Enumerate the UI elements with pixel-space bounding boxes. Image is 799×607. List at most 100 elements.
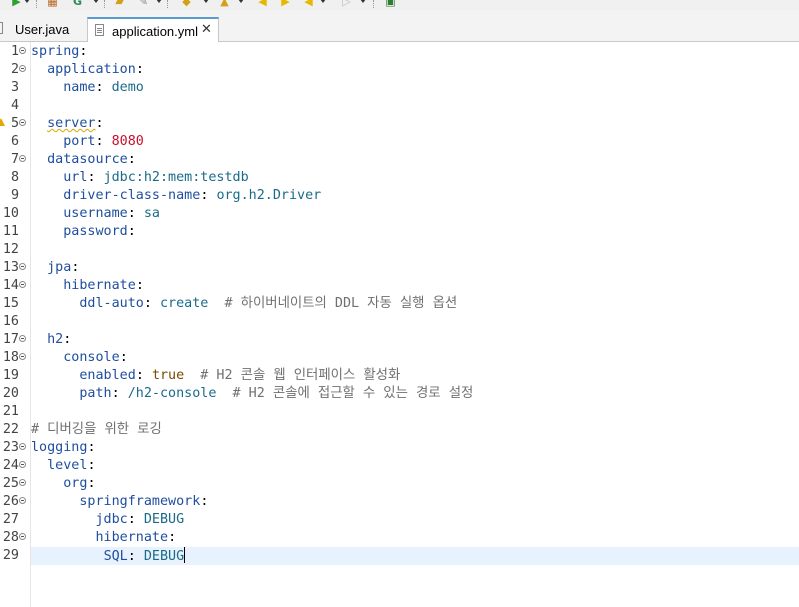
yaml-key: spring [31, 44, 80, 59]
fold-toggle-icon[interactable] [19, 281, 26, 288]
code-line[interactable]: 3 name: demo [0, 79, 799, 97]
line-number: 21 [2, 404, 19, 419]
fold-toggle-icon[interactable] [19, 443, 26, 450]
line-number: 18 [2, 350, 19, 365]
yaml-separator: : [127, 512, 144, 527]
code-line[interactable]: 25 org: [0, 475, 799, 493]
code-line[interactable]: 4 [0, 97, 799, 115]
yaml-value: /h2-console [127, 386, 217, 401]
gradle-icon[interactable]: G [71, 0, 84, 8]
code-line[interactable]: 9 driver-class-name: org.h2.Driver [0, 187, 799, 205]
fold-toggle-icon[interactable] [19, 497, 26, 504]
run-dropdown-icon[interactable] [24, 0, 30, 3]
pin-icon[interactable]: ✎ [137, 0, 150, 8]
code-line[interactable]: 2 application: [0, 61, 799, 79]
fold-toggle-icon[interactable] [19, 47, 26, 54]
line-number: 2 [10, 62, 19, 77]
line-number: 12 [2, 242, 19, 257]
yaml-separator: : [200, 188, 217, 203]
package-icon[interactable]: ▦ [46, 0, 59, 8]
yaml-value: org.h2.Driver [216, 188, 322, 203]
code-line[interactable]: 13 jpa: [0, 259, 799, 277]
code-line[interactable]: 14 hibernate: [0, 277, 799, 295]
yaml-separator: : [135, 368, 152, 383]
code-line[interactable]: 5 server: [0, 115, 799, 133]
annotation-icon[interactable]: ◆ [180, 0, 193, 8]
pin-dropdown-icon[interactable] [156, 0, 162, 3]
run-icon[interactable]: ▶ [10, 0, 23, 8]
yaml-key: name [63, 80, 96, 95]
code-line[interactable]: 17 h2: [0, 331, 799, 349]
code-line[interactable]: 15 ddl-auto: create # 하이버네이트의 DDL 자동 실행 … [0, 295, 799, 313]
forward-icon[interactable]: ▶ [279, 0, 292, 8]
forward-nav-icon[interactable]: ▷ [340, 0, 353, 8]
fold-toggle-icon[interactable] [19, 65, 26, 72]
line-number: 4 [10, 98, 19, 113]
code-text: jpa: [31, 259, 79, 277]
yaml-key: h2 [47, 332, 64, 347]
close-icon[interactable]: ✕ [201, 22, 212, 37]
back-nav-icon[interactable]: ◀ [302, 0, 315, 8]
fold-toggle-icon[interactable] [19, 479, 26, 486]
yaml-separator: : [135, 62, 144, 77]
line-number: 25 [2, 476, 19, 491]
up-dropdown-icon[interactable] [238, 0, 244, 3]
code-line[interactable]: 27 jdbc: DEBUG [0, 511, 799, 529]
fold-toggle-icon[interactable] [19, 353, 26, 360]
code-text: springframework: [31, 493, 208, 511]
code-line[interactable]: 6 port: 8080 [0, 133, 799, 151]
fold-toggle-icon[interactable] [19, 263, 26, 270]
code-line[interactable]: 22 # 디버깅을 위한 로깅 [0, 421, 799, 439]
fold-toggle-icon[interactable] [19, 461, 26, 468]
up-arrow-icon[interactable]: ▲ [218, 0, 231, 8]
code-line[interactable]: 24 level: [0, 457, 799, 475]
back-icon[interactable]: ◀ [256, 0, 269, 8]
fold-toggle-icon[interactable] [19, 335, 26, 342]
code-line[interactable]: 19 enabled: true # H2 콘솔 웹 인터페이스 활성화 [0, 367, 799, 385]
line-number: 3 [10, 80, 19, 95]
fold-toggle-icon[interactable] [19, 119, 26, 126]
code-line[interactable]: 29 SQL: DEBUG [0, 547, 799, 565]
code-line[interactable]: 12 [0, 241, 799, 259]
line-number: 13 [2, 260, 19, 275]
line-number: 22 [2, 422, 19, 437]
code-line[interactable]: 28 hibernate: [0, 529, 799, 547]
warning-icon[interactable] [0, 118, 5, 126]
annotation-dropdown-icon[interactable] [203, 0, 209, 3]
gradle-dropdown-icon[interactable] [93, 0, 99, 3]
code-line[interactable]: 8 url: jdbc:h2:mem:testdb [0, 169, 799, 187]
code-line[interactable]: 16 [0, 313, 799, 331]
yaml-key: application [47, 62, 136, 77]
code-line[interactable]: 21 [0, 403, 799, 421]
code-line[interactable]: 10 username: sa [0, 205, 799, 223]
tab-application-yml[interactable]: application.yml ✕ [87, 17, 219, 43]
code-line[interactable]: 11 password: [0, 223, 799, 241]
yaml-key: hibernate [95, 530, 169, 545]
code-text: hibernate: [31, 277, 144, 295]
yaml-value: true [151, 368, 185, 383]
line-number: 20 [2, 386, 19, 401]
code-line[interactable]: 7 datasource: [0, 151, 799, 169]
tab-label: User.java [15, 22, 70, 37]
yaml-key: org [63, 476, 88, 491]
code-line[interactable]: 26 springframework: [0, 493, 799, 511]
yaml-separator: : [119, 350, 128, 365]
code-line[interactable]: 20 path: /h2-console # H2 콘솔에 접근할 수 있는 경… [0, 385, 799, 403]
tab-user-java[interactable]: User.java [0, 17, 85, 42]
yaml-separator: : [87, 440, 96, 455]
back-nav-dropdown-icon[interactable] [320, 0, 326, 3]
code-line[interactable]: 1 spring: [0, 43, 799, 61]
forward-nav-dropdown-icon[interactable] [360, 0, 366, 3]
fold-toggle-icon[interactable] [19, 155, 26, 162]
code-line[interactable]: 23 logging: [0, 439, 799, 457]
yaml-comment: # 디버깅을 위한 로깅 [31, 422, 162, 437]
new-window-icon[interactable]: ▣ [384, 0, 397, 8]
text-cursor [184, 547, 186, 563]
code-text: ddl-auto: create # 하이버네이트의 DDL 자동 실행 옵션 [31, 295, 457, 313]
fold-toggle-icon[interactable] [19, 533, 26, 540]
folder-open-icon[interactable]: ▰ [113, 0, 126, 8]
toolbar-separator [373, 0, 375, 8]
code-editor[interactable]: 1 spring: 2 application: 3 name: demo 4 5 ser… [0, 42, 799, 607]
code-line[interactable]: 18 console: [0, 349, 799, 367]
yaml-value: create [160, 296, 209, 311]
